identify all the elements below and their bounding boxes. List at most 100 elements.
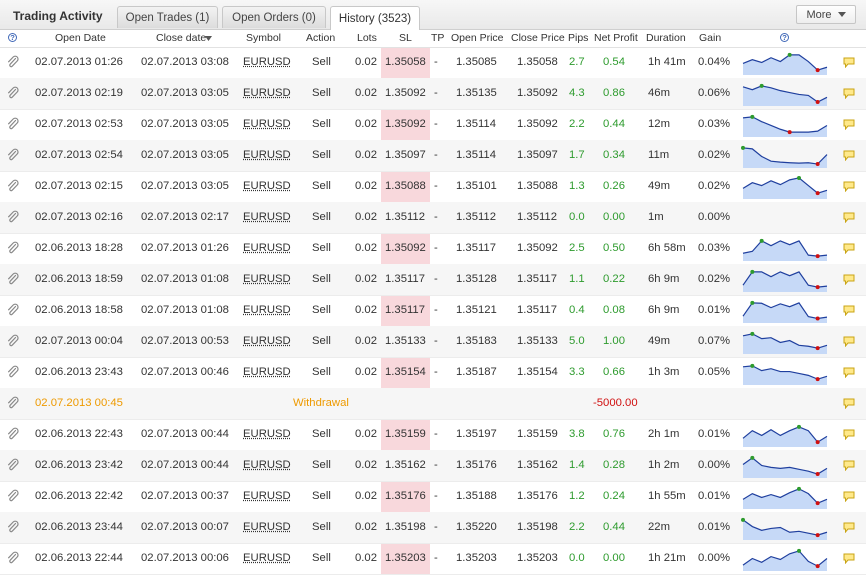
comment-icon[interactable] — [843, 429, 855, 443]
row-sl: 1.35154 — [385, 366, 426, 378]
header-duration[interactable]: Duration — [646, 32, 686, 44]
header-open-date[interactable]: Open Date — [55, 32, 106, 44]
row-symbol[interactable]: EURUSD — [243, 459, 291, 471]
row-symbol[interactable]: EURUSD — [243, 56, 291, 68]
row-sl: 1.35097 — [385, 149, 426, 161]
comment-icon[interactable] — [843, 522, 855, 536]
tab-open-orders[interactable]: Open Orders (0) — [222, 6, 326, 28]
comment-icon[interactable] — [843, 243, 855, 257]
row-symbol[interactable]: EURUSD — [243, 366, 291, 378]
row-symbol[interactable]: EURUSD — [243, 211, 291, 223]
row-symbol[interactable]: EURUSD — [243, 273, 291, 285]
paperclip-icon[interactable] — [7, 272, 19, 289]
paperclip-icon[interactable] — [7, 489, 19, 506]
table-row[interactable]: 02.06.2013 18:28 02.07.2013 01:26 EURUSD Se… — [0, 233, 866, 265]
table-row[interactable]: 02.07.2013 01:26 02.07.2013 03:08 EURUSD Se… — [0, 47, 866, 79]
comment-icon[interactable] — [843, 336, 855, 350]
help-icon[interactable]: ? — [8, 33, 17, 42]
header-gain[interactable]: Gain — [699, 32, 721, 44]
comment-icon[interactable] — [843, 119, 855, 133]
paperclip-icon[interactable] — [7, 86, 19, 103]
table-row[interactable]: 02.06.2013 23:43 02.07.2013 00:46 EURUSD Se… — [0, 357, 866, 389]
tab-open-trades[interactable]: Open Trades (1) — [117, 6, 218, 28]
paperclip-icon[interactable] — [7, 334, 19, 351]
paperclip-icon[interactable] — [7, 365, 19, 382]
table-row[interactable]: 02.06.2013 23:44 02.07.2013 00:07 EURUSD Se… — [0, 512, 866, 544]
table-row[interactable]: 02.06.2013 22:43 02.07.2013 00:44 EURUSD Se… — [0, 419, 866, 451]
header-net-profit[interactable]: Net Profit — [594, 32, 638, 44]
paperclip-icon[interactable] — [7, 117, 19, 134]
header-open-price[interactable]: Open Price — [451, 32, 504, 44]
row-sl: 1.35159 — [385, 428, 426, 440]
header-tp[interactable]: TP — [431, 32, 444, 44]
row-symbol[interactable]: EURUSD — [243, 552, 291, 564]
more-button[interactable]: More — [796, 5, 856, 24]
header-close-date[interactable]: Close date — [156, 32, 206, 44]
table-row[interactable]: 02.06.2013 22:44 02.07.2013 00:06 EURUSD Se… — [0, 543, 866, 575]
row-symbol[interactable]: EURUSD — [243, 87, 291, 99]
row-gain: 0.07% — [698, 335, 731, 347]
paperclip-icon[interactable] — [7, 427, 19, 444]
comment-icon[interactable] — [843, 274, 855, 288]
paperclip-icon[interactable] — [7, 458, 19, 475]
row-close-price: 1.35097 — [517, 149, 558, 161]
header-symbol[interactable]: Symbol — [246, 32, 281, 44]
row-duration: 1h 2m — [648, 459, 680, 471]
table-row[interactable]: 02.07.2013 02:15 02.07.2013 03:05 EURUSD Se… — [0, 171, 866, 203]
table-row[interactable]: 02.06.2013 22:42 02.07.2013 00:37 EURUSD Se… — [0, 481, 866, 513]
row-symbol[interactable]: EURUSD — [243, 242, 291, 254]
comment-icon[interactable] — [843, 57, 855, 71]
row-symbol[interactable]: EURUSD — [243, 490, 291, 502]
row-symbol[interactable]: EURUSD — [243, 180, 291, 192]
withdrawal-row[interactable]: 02.07.2013 00:45 Withdrawal -5000.00 — [0, 388, 866, 420]
row-gain: 0.05% — [698, 366, 731, 378]
row-symbol[interactable]: EURUSD — [243, 304, 291, 316]
row-open-price: 1.35176 — [456, 459, 497, 471]
comment-icon[interactable] — [843, 181, 855, 195]
header-close-price[interactable]: Close Price — [511, 32, 565, 44]
row-close-price: 1.35112 — [517, 211, 557, 223]
table-row[interactable]: 02.06.2013 23:42 02.07.2013 00:44 EURUSD Se… — [0, 450, 866, 482]
row-symbol[interactable]: EURUSD — [243, 521, 291, 533]
row-symbol[interactable]: EURUSD — [243, 118, 291, 130]
comment-icon[interactable] — [843, 553, 855, 567]
table-row[interactable]: 02.06.2013 18:59 02.07.2013 01:08 EURUSD Se… — [0, 264, 866, 296]
comment-icon[interactable] — [843, 367, 855, 381]
table-row[interactable]: 02.07.2013 02:53 02.07.2013 03:05 EURUSD Se… — [0, 109, 866, 141]
table-row[interactable]: 02.07.2013 00:04 02.07.2013 00:53 EURUSD Se… — [0, 326, 866, 358]
help-icon[interactable]: ? — [780, 33, 789, 42]
paperclip-icon[interactable] — [7, 396, 19, 413]
comment-icon[interactable] — [843, 398, 855, 412]
comment-icon[interactable] — [843, 305, 855, 319]
tab-history[interactable]: History (3523) — [330, 6, 420, 30]
paperclip-icon[interactable] — [7, 241, 19, 258]
row-symbol[interactable]: EURUSD — [243, 428, 291, 440]
comment-icon[interactable] — [843, 491, 855, 505]
comment-icon[interactable] — [843, 88, 855, 102]
row-sl: 1.35092 — [385, 118, 426, 130]
row-sl: 1.35117 — [385, 304, 425, 316]
row-symbol[interactable]: EURUSD — [243, 149, 291, 161]
paperclip-icon[interactable] — [7, 179, 19, 196]
comment-icon[interactable] — [843, 212, 855, 226]
paperclip-icon[interactable] — [7, 55, 19, 72]
paperclip-icon[interactable] — [7, 210, 19, 227]
table-row[interactable]: 02.07.2013 02:19 02.07.2013 03:05 EURUSD Se… — [0, 78, 866, 110]
header-pips[interactable]: Pips — [568, 32, 588, 44]
table-row[interactable]: 02.06.2013 18:58 02.07.2013 01:08 EURUSD Se… — [0, 295, 866, 327]
table-row[interactable]: 02.07.2013 02:54 02.07.2013 03:05 EURUSD Se… — [0, 140, 866, 172]
row-gain: 0.01% — [698, 428, 731, 440]
header-action[interactable]: Action — [306, 32, 335, 44]
header-lots[interactable]: Lots — [357, 32, 377, 44]
header-sl[interactable]: SL — [399, 32, 412, 44]
comment-icon[interactable] — [843, 150, 855, 164]
table-row[interactable]: 02.07.2013 02:16 02.07.2013 02:17 EURUSD Se… — [0, 202, 866, 234]
paperclip-icon[interactable] — [7, 148, 19, 165]
comment-icon[interactable] — [843, 460, 855, 474]
paperclip-icon[interactable] — [7, 303, 19, 320]
row-symbol[interactable]: EURUSD — [243, 335, 291, 347]
paperclip-icon[interactable] — [7, 520, 19, 537]
row-open-price: 1.35187 — [456, 366, 497, 378]
row-gain: 0.03% — [698, 242, 731, 254]
paperclip-icon[interactable] — [7, 551, 19, 568]
